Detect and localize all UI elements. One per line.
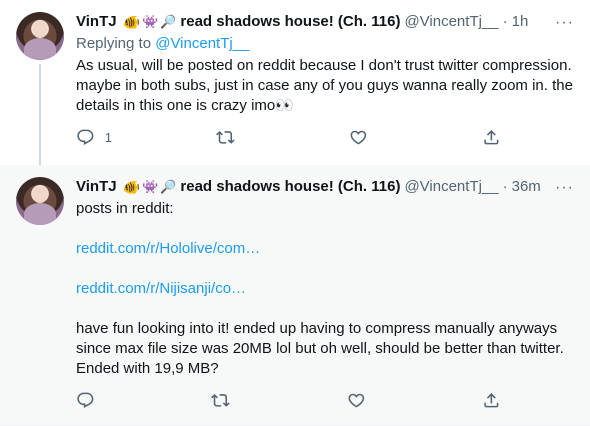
share-icon <box>484 130 499 145</box>
retweet-button[interactable] <box>211 391 240 410</box>
like-button[interactable] <box>349 128 378 147</box>
user-handle[interactable]: @VincentTj__ <box>404 177 498 197</box>
fish-emoji-icon: 🐠 <box>122 14 141 30</box>
display-name-suffix[interactable]: read shadows house! (Ch. 116) <box>180 177 400 197</box>
eyes-emoji-icon: 👀 <box>275 97 294 114</box>
tweet-highlighted[interactable]: VinTJ 🐠 👾 🔎 read shadows house! (Ch. 116… <box>0 165 590 426</box>
tweet-text: As usual, will be posted on reddit becau… <box>76 56 574 116</box>
tweet-intro: posts in reddit: <box>76 200 174 217</box>
display-name[interactable]: VinTJ <box>76 12 117 32</box>
share-button[interactable] <box>482 128 501 147</box>
fish-emoji-icon: 🐠 <box>122 179 141 195</box>
timestamp[interactable]: 36m <box>512 177 541 197</box>
share-icon <box>484 393 499 408</box>
like-icon <box>348 393 365 408</box>
replying-to: Replying to @VincentTj__ <box>76 34 574 54</box>
avatar[interactable] <box>16 177 64 225</box>
magnifier-emoji-icon: 🔎 <box>160 14 177 29</box>
share-button[interactable] <box>482 391 501 410</box>
separator-dot: · <box>502 13 508 30</box>
avatar[interactable] <box>16 12 64 60</box>
reply-icon <box>77 129 94 145</box>
reply-count: 1 <box>104 129 112 145</box>
reply-icon <box>77 392 94 408</box>
tweet-body: VinTJ 🐠 👾 🔎 read shadows house! (Ch. 116… <box>76 12 574 165</box>
avatar-column <box>16 177 76 426</box>
tweet-header: VinTJ 🐠 👾 🔎 read shadows house! (Ch. 116… <box>76 12 574 32</box>
tweet[interactable]: VinTJ 🐠 👾 🔎 read shadows house! (Ch. 116… <box>0 0 590 177</box>
tweet-actions <box>76 391 501 410</box>
tweet-text-body: have fun looking into it! ended up havin… <box>76 320 564 377</box>
display-name-suffix[interactable]: read shadows house! (Ch. 116) <box>180 12 400 32</box>
retweet-icon <box>216 131 235 144</box>
reply-button[interactable]: 1 <box>76 128 112 147</box>
alien-emoji-icon: 👾 <box>142 179 159 194</box>
like-button[interactable] <box>347 391 376 410</box>
reply-button[interactable] <box>76 391 105 410</box>
tweet-actions: 1 <box>76 128 501 147</box>
tweet-text-body: As usual, will be posted on reddit becau… <box>76 57 573 114</box>
magnifier-emoji-icon: 🔎 <box>160 179 177 194</box>
alien-emoji-icon: 👾 <box>142 14 159 29</box>
display-name[interactable]: VinTJ <box>76 177 117 197</box>
reddit-link-nijisanji[interactable]: reddit.com/r/Nijisanji/co… <box>76 280 246 297</box>
replying-to-label: Replying to <box>76 35 156 52</box>
tweet-text: posts in reddit: reddit.com/r/Hololive/c… <box>76 199 574 379</box>
replying-to-handle[interactable]: @VincentTj__ <box>155 35 249 52</box>
tweet-header: VinTJ 🐠 👾 🔎 read shadows house! (Ch. 116… <box>76 177 574 197</box>
more-icon: ··· <box>555 14 574 31</box>
retweet-button[interactable] <box>216 128 245 147</box>
more-button[interactable]: ··· <box>555 14 574 32</box>
more-icon: ··· <box>555 179 574 196</box>
retweet-icon <box>211 394 231 407</box>
reddit-link-hololive[interactable]: reddit.com/r/Hololive/com… <box>76 240 260 257</box>
thread-line <box>39 64 41 177</box>
tweet-body: VinTJ 🐠 👾 🔎 read shadows house! (Ch. 116… <box>76 177 574 426</box>
user-handle[interactable]: @VincentTj__ <box>404 12 498 32</box>
separator-dot: · <box>502 178 508 195</box>
more-button[interactable]: ··· <box>555 179 574 197</box>
timestamp[interactable]: 1h <box>512 12 529 32</box>
like-icon <box>350 130 367 145</box>
avatar-column <box>16 12 76 177</box>
